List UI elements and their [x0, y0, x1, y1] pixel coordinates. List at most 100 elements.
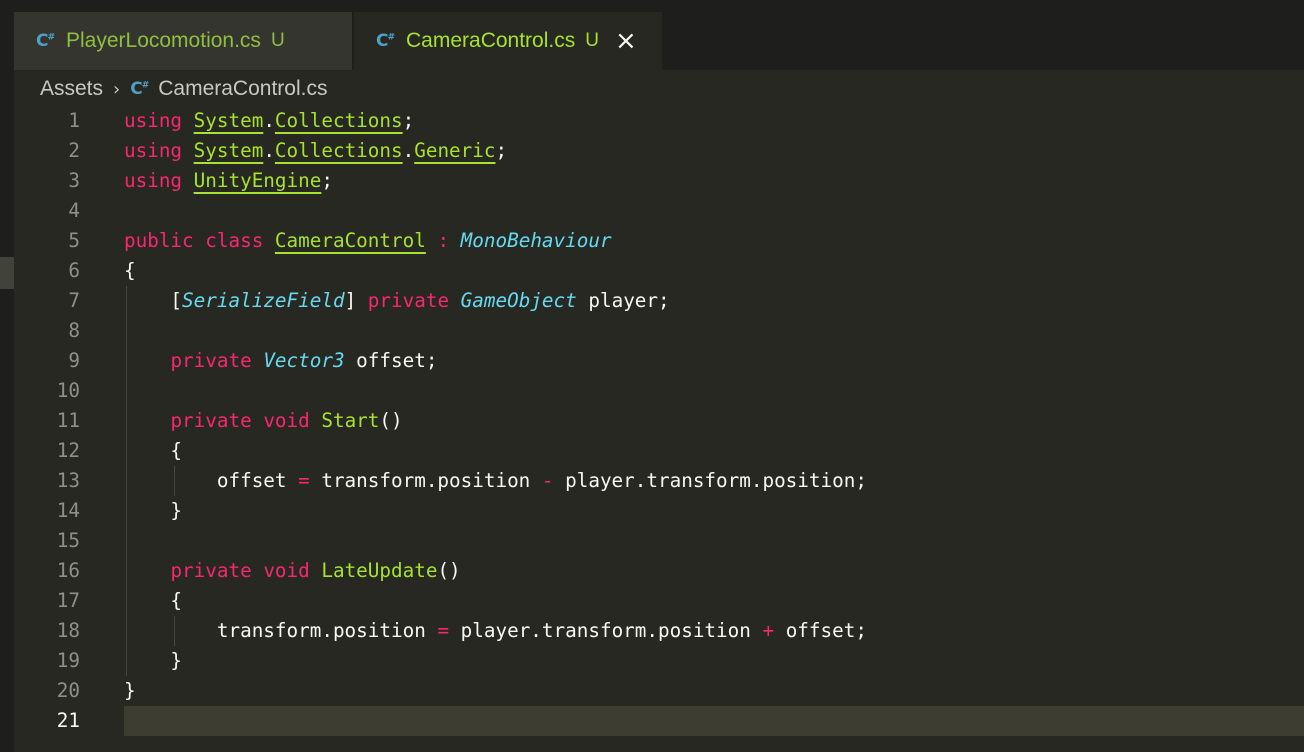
code-token: offset;: [774, 619, 867, 642]
code-area[interactable]: 1 using System.Collections; 2 using System.…: [14, 106, 1304, 752]
code-text: {: [124, 436, 182, 466]
code-token: offset: [124, 469, 299, 492]
code-line[interactable]: 3 using UnityEngine;: [14, 166, 1304, 196]
code-token: =: [298, 469, 310, 492]
code-token: {: [124, 589, 183, 612]
code-line[interactable]: 15: [14, 526, 1304, 556]
code-text: public class CameraControl : MonoBehavio…: [124, 226, 612, 256]
code-token: GameObject: [460, 289, 577, 312]
code-text: }: [124, 496, 182, 526]
code-line[interactable]: 11 private void Start(): [14, 406, 1304, 436]
code-line[interactable]: 20}: [14, 676, 1304, 706]
code-token: Collections: [274, 139, 403, 162]
line-number: 14: [56, 499, 80, 522]
indent-guide: [126, 286, 127, 676]
code-token: -: [541, 469, 554, 492]
code-token: UnityEngine: [193, 169, 322, 192]
close-icon[interactable]: ×: [615, 28, 637, 54]
code-editor-window: C# PlayerLocomotion.cs U C# CameraContro…: [0, 0, 1304, 752]
code-token: ;: [402, 109, 415, 132]
code-line[interactable]: 10: [14, 376, 1304, 406]
line-number: 17: [56, 589, 80, 612]
code-line[interactable]: 2 using System.Collections.Generic;: [14, 136, 1304, 166]
code-line[interactable]: 1 using System.Collections;: [14, 106, 1304, 136]
code-token: offset;: [344, 349, 438, 372]
line-number: 2: [68, 139, 80, 162]
code-token: CameraControl: [274, 229, 426, 252]
code-line[interactable]: 14 }: [14, 496, 1304, 526]
code-line[interactable]: 8: [14, 316, 1304, 346]
tab-status-badge: U: [585, 30, 599, 51]
tab-camera-control[interactable]: C# CameraControl.cs U ×: [354, 12, 662, 70]
line-number: 3: [68, 169, 80, 192]
code-text: {: [124, 586, 182, 616]
code-token: Generic: [414, 139, 496, 162]
breadcrumb-folder[interactable]: Assets: [40, 77, 103, 101]
code-text: using System.Collections;: [124, 106, 414, 136]
code-token: private: [170, 349, 252, 372]
code-token: System: [193, 109, 264, 132]
code-token: using: [124, 169, 183, 192]
code-text: }: [124, 646, 182, 676]
code-token: ;: [321, 169, 333, 192]
code-token: :: [437, 229, 450, 252]
line-number: 5: [68, 229, 80, 252]
code-token: (): [379, 409, 403, 432]
code-text: using System.Collections.Generic;: [124, 136, 507, 166]
code-token: }: [124, 649, 183, 672]
code-line[interactable]: 7 [SerializeField] private GameObject pl…: [14, 286, 1304, 316]
code-line[interactable]: 13 offset = transform.position - player.…: [14, 466, 1304, 496]
breadcrumb-file[interactable]: CameraControl.cs: [158, 77, 327, 101]
code-token: SerializeField: [182, 289, 345, 312]
code-line[interactable]: 4: [14, 196, 1304, 226]
tab-player-locomotion[interactable]: C# PlayerLocomotion.cs U: [14, 12, 352, 70]
code-line[interactable]: 16 private void LateUpdate(): [14, 556, 1304, 586]
code-line[interactable]: 5 public class CameraControl : MonoBehavi…: [14, 226, 1304, 256]
code-line[interactable]: 9 private Vector3 offset;: [14, 346, 1304, 376]
code-token: private: [170, 559, 252, 582]
code-token: (): [437, 559, 461, 582]
code-token: transform.position: [124, 619, 438, 642]
code-token: }: [124, 679, 136, 702]
code-text: }: [124, 676, 136, 706]
tab-label: CameraControl.cs: [406, 29, 576, 52]
code-token: player.transform.position;: [553, 469, 867, 492]
tab-status-badge: U: [270, 30, 285, 51]
csharp-file-icon: C#: [36, 31, 55, 51]
code-token: .: [263, 109, 275, 132]
tab-bar: C# PlayerLocomotion.cs U C# CameraContro…: [14, 0, 1304, 70]
code-token: ;: [495, 139, 508, 162]
code-text: private Vector3 offset;: [124, 346, 437, 376]
line-number: 21: [56, 709, 80, 732]
code-line[interactable]: 19 }: [14, 646, 1304, 676]
code-token: MonoBehaviour: [460, 229, 612, 252]
code-token: void: [263, 409, 310, 432]
tab-label: PlayerLocomotion.cs: [66, 29, 261, 52]
code-line[interactable]: 6{: [14, 256, 1304, 286]
line-number: 7: [68, 289, 80, 312]
code-token: private: [170, 409, 252, 432]
indent-guide: [174, 616, 176, 646]
code-token: using: [124, 139, 183, 162]
code-line[interactable]: 18 transform.position = player.transform…: [14, 616, 1304, 646]
code-token: .: [402, 139, 415, 162]
line-number: 9: [68, 349, 80, 372]
code-line[interactable]: 17 {: [14, 586, 1304, 616]
code-token: LateUpdate: [321, 559, 438, 582]
indent-guide: [174, 466, 176, 496]
code-line[interactable]: 21: [14, 706, 1304, 736]
code-line[interactable]: 12 {: [14, 436, 1304, 466]
line-number: 13: [56, 469, 80, 492]
code-token: void: [263, 559, 310, 582]
code-token: {: [124, 259, 136, 282]
line-number: 15: [56, 529, 80, 552]
